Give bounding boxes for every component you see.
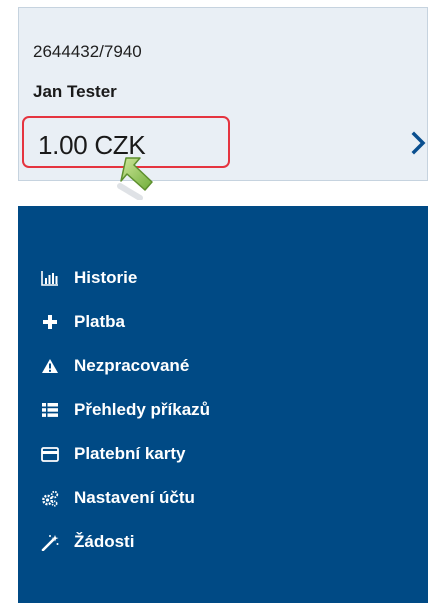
account-card[interactable]: 2644432/7940 Jan Tester 1.00 CZK (18, 7, 428, 181)
cursor-arrow-icon (117, 157, 153, 200)
plus-icon (40, 313, 60, 331)
menu-label-platba: Platba (74, 312, 126, 331)
menu-label-nastaveni-uctu: Nastavení účtu (74, 488, 195, 507)
account-holder-name: Jan Tester (33, 82, 117, 101)
menu-item-platba[interactable]: Platba (18, 300, 210, 344)
left-edge (0, 0, 18, 603)
menu-list: Historie Platba Nezpracované Přehledy př… (18, 256, 210, 564)
magic-wand-icon (40, 533, 60, 551)
menu-label-prehledy-prikazu: Přehledy příkazů (74, 400, 211, 419)
menu-label-historie: Historie (74, 268, 138, 287)
menu-label-zadosti: Žádosti (74, 532, 135, 551)
menu-item-platebni-karty[interactable]: Platební karty (18, 432, 210, 476)
warning-icon (40, 357, 60, 375)
gears-icon (40, 489, 60, 507)
chevron-right-icon[interactable] (411, 130, 427, 156)
account-menu: Historie Platba Nezpracované Přehledy př… (18, 206, 428, 603)
menu-item-nezpracovane[interactable]: Nezpracované (18, 344, 210, 388)
chart-bars-icon (40, 269, 60, 287)
menu-label-nezpracovane: Nezpracované (74, 356, 190, 375)
menu-item-historie[interactable]: Historie (18, 256, 210, 300)
credit-card-icon (40, 445, 60, 463)
menu-item-nastaveni-uctu[interactable]: Nastavení účtu (18, 476, 210, 520)
list-icon (40, 401, 60, 419)
account-number: 2644432/7940 (33, 42, 142, 61)
menu-label-platebni-karty: Platební karty (74, 444, 186, 463)
top-strip (0, 0, 428, 7)
menu-item-zadosti[interactable]: Žádosti (18, 520, 210, 564)
menu-item-prehledy-prikazu[interactable]: Přehledy příkazů (18, 388, 210, 432)
